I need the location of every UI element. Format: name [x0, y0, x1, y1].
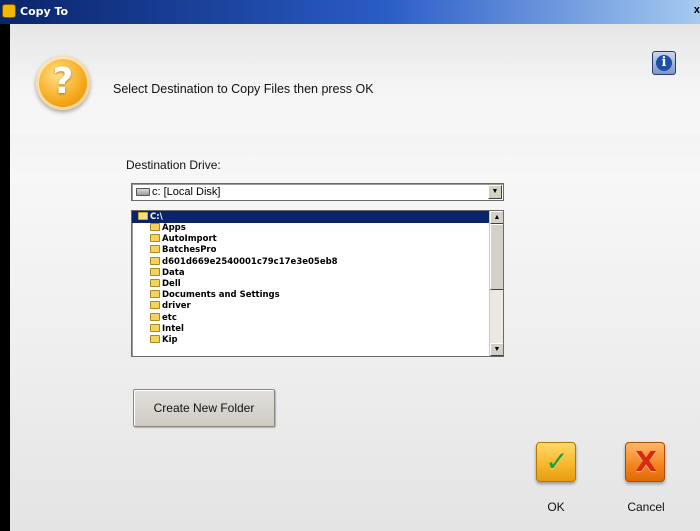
- list-item[interactable]: d601d669e2540001c79c17e3e05eb8: [132, 256, 503, 268]
- list-item[interactable]: Documents and Settings: [132, 290, 503, 301]
- scroll-thumb[interactable]: [490, 224, 503, 290]
- hard-disk-icon: [136, 188, 150, 196]
- folder-label: Dell: [162, 278, 181, 289]
- folder-label: BatchesPro: [162, 245, 217, 256]
- folder-icon: [150, 278, 160, 287]
- cancel-button[interactable]: X: [625, 442, 665, 482]
- vertical-scrollbar[interactable]: ▲ ▼: [489, 211, 503, 356]
- folder-icon: [150, 223, 160, 231]
- dialog-window: ? Select Destination to Copy Files then …: [0, 24, 700, 531]
- close-icon[interactable]: x: [694, 4, 700, 16]
- chevron-down-icon[interactable]: ▼: [488, 185, 502, 199]
- list-item[interactable]: Dell: [132, 278, 503, 290]
- scroll-down-icon[interactable]: ▼: [490, 343, 503, 356]
- info-glyph: i: [656, 55, 672, 71]
- folder-icon: [150, 290, 160, 299]
- list-item[interactable]: driver: [132, 301, 503, 312]
- info-icon[interactable]: i: [652, 51, 676, 75]
- title-bar: Copy To x: [0, 0, 700, 24]
- folder-label: driver: [162, 301, 191, 312]
- ok-label[interactable]: OK: [536, 500, 576, 514]
- create-new-folder-button[interactable]: Create New Folder: [133, 389, 275, 427]
- folder-label: Documents and Settings: [162, 290, 280, 301]
- folder-icon: [150, 312, 160, 321]
- scroll-up-icon[interactable]: ▲: [490, 211, 503, 224]
- folder-label: Apps: [162, 223, 186, 233]
- drive-value: c: [Local Disk]: [152, 186, 221, 198]
- list-item[interactable]: Data: [132, 267, 503, 279]
- folder-icon: [150, 245, 160, 254]
- folder-label: AutoImport: [162, 234, 217, 245]
- folder-label: Kip: [162, 334, 178, 345]
- window-title: Copy To: [20, 5, 69, 18]
- folder-icon: [150, 256, 160, 265]
- list-item[interactable]: AutoImport: [132, 234, 503, 245]
- folder-label: Intel: [162, 323, 184, 334]
- destination-drive-label: Destination Drive:: [126, 158, 221, 172]
- folder-icon: [150, 267, 160, 276]
- folder-icon: [150, 323, 160, 332]
- x-icon: X: [635, 445, 657, 478]
- list-item[interactable]: Intel: [132, 323, 503, 335]
- list-item[interactable]: BatchesPro: [132, 245, 503, 256]
- ok-button[interactable]: ✓: [536, 442, 576, 482]
- folder-root-label: C:\: [150, 212, 163, 222]
- folder-icon: [150, 301, 160, 310]
- cancel-label[interactable]: Cancel: [620, 500, 672, 514]
- question-icon: ?: [36, 56, 90, 110]
- app-icon: [2, 4, 16, 18]
- folder-tree-list[interactable]: C:\ Apps AutoImport BatchesPro d601d669e…: [131, 210, 504, 357]
- dialog-client-area: ? Select Destination to Copy Files then …: [10, 24, 700, 531]
- folder-root-item[interactable]: C:\: [132, 211, 503, 223]
- question-mark: ?: [52, 61, 74, 102]
- header-band: [10, 24, 700, 134]
- list-item[interactable]: Apps: [132, 223, 503, 234]
- list-item[interactable]: etc: [132, 312, 503, 324]
- instruction-text: Select Destination to Copy Files then pr…: [113, 82, 374, 96]
- folder-label: etc: [162, 312, 177, 323]
- folder-icon: [150, 234, 160, 243]
- folder-label: d601d669e2540001c79c17e3e05eb8: [162, 256, 338, 267]
- folder-label: Data: [162, 267, 185, 278]
- destination-drive-select[interactable]: c: [Local Disk] ▼: [131, 183, 504, 201]
- checkmark-icon: ✓: [545, 445, 569, 478]
- list-item[interactable]: Kip: [132, 334, 503, 346]
- open-folder-icon: [138, 212, 148, 220]
- folder-icon: [150, 334, 160, 343]
